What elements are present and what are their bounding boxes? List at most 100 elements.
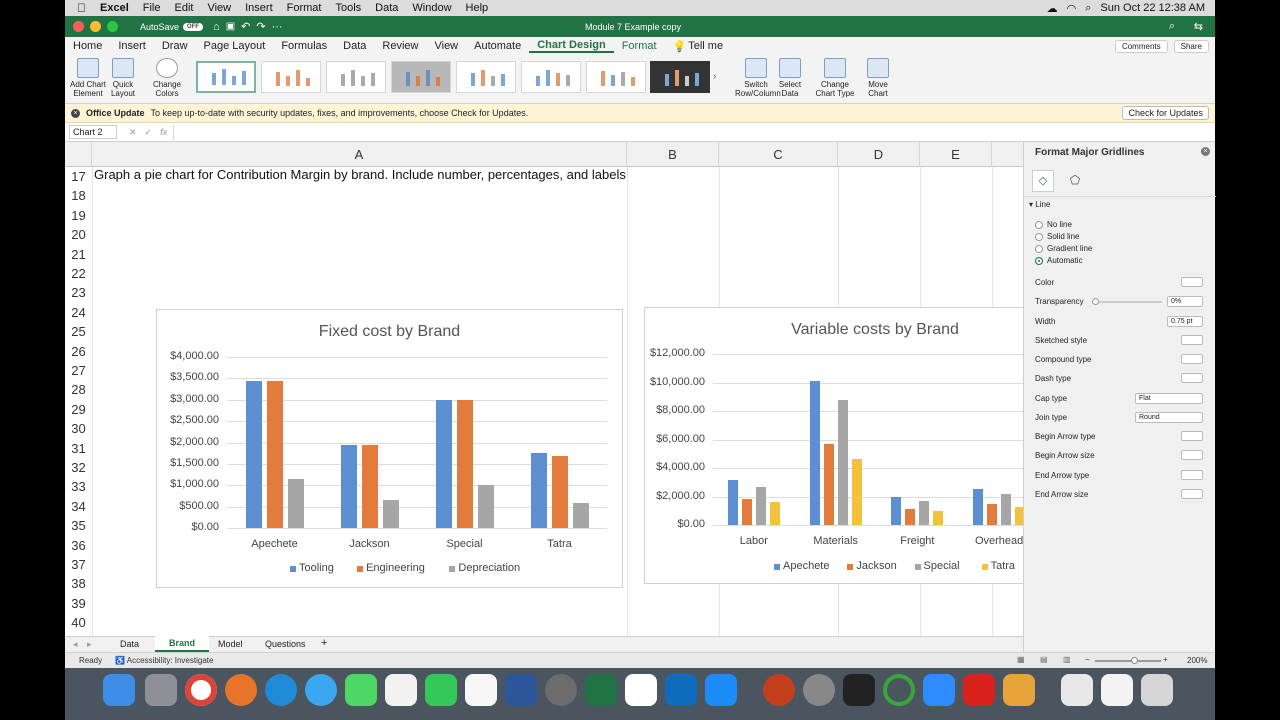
gridline[interactable] xyxy=(713,382,1023,384)
tab-automate[interactable]: Automate xyxy=(466,40,529,52)
cancel-icon[interactable]: ✕ xyxy=(129,127,137,138)
chart-variable-costs-by-brand[interactable]: Variable costs by Brand $12,000.00 $10,00… xyxy=(644,307,1023,584)
bar[interactable] xyxy=(435,399,452,528)
tab-formulas[interactable]: Formulas xyxy=(273,40,335,52)
tab-view[interactable]: View xyxy=(426,40,466,52)
check-for-updates-button[interactable]: Check for Updates xyxy=(1122,106,1209,120)
legend-entry[interactable]: Tatra xyxy=(991,560,1015,572)
bar[interactable] xyxy=(755,486,766,525)
switch-row-column-button[interactable]: Switch Row/Column xyxy=(735,58,781,98)
gridline[interactable] xyxy=(713,354,1023,355)
edge-icon[interactable] xyxy=(265,674,297,706)
chart-style-2[interactable] xyxy=(261,61,321,93)
sheet-tab-brand[interactable]: Brand xyxy=(155,636,210,652)
effects-icon[interactable]: ⬠ xyxy=(1064,170,1086,192)
bar[interactable] xyxy=(287,478,304,528)
line-section-header[interactable]: ▾ Line xyxy=(1029,200,1050,209)
gridline[interactable] xyxy=(227,357,607,358)
gridline[interactable] xyxy=(713,411,1023,412)
app-store-icon[interactable] xyxy=(705,674,737,706)
row-header[interactable]: 19 xyxy=(65,206,92,225)
bar[interactable] xyxy=(891,496,902,525)
change-chart-type-button[interactable]: Change Chart Type xyxy=(815,58,855,98)
begin-arrow-type-dropdown[interactable] xyxy=(1181,431,1203,441)
menu-edit[interactable]: Edit xyxy=(174,2,193,14)
row-header[interactable]: 26 xyxy=(65,342,92,361)
row-header[interactable]: 34 xyxy=(65,497,92,516)
undo-icon[interactable]: ↶ xyxy=(241,20,250,33)
cloud-icon[interactable]: ☁ xyxy=(1047,2,1058,15)
end-arrow-type-dropdown[interactable] xyxy=(1181,470,1203,480)
finder-icon[interactable] xyxy=(103,674,135,706)
zoom-slider-handle[interactable] xyxy=(1131,657,1138,664)
legend-entry[interactable]: Tooling xyxy=(299,562,334,574)
gridline[interactable] xyxy=(227,463,607,465)
join-type-select[interactable]: Round xyxy=(1135,412,1203,423)
close-update-icon[interactable]: × xyxy=(71,108,80,118)
tab-format[interactable]: Format xyxy=(614,40,665,52)
gridline[interactable] xyxy=(227,485,607,487)
legend-entry[interactable]: Special xyxy=(924,560,960,572)
wifi-icon[interactable]: ◠ xyxy=(1067,2,1077,15)
row-header[interactable]: 35 xyxy=(65,516,92,535)
bar[interactable] xyxy=(382,500,399,528)
tex-icon[interactable] xyxy=(803,674,835,706)
page-break-view-icon[interactable]: ▥ xyxy=(1063,655,1071,664)
bar[interactable] xyxy=(973,488,984,525)
tab-chart-design[interactable]: Chart Design xyxy=(529,39,614,53)
column-header-c[interactable]: C xyxy=(719,142,838,167)
bar[interactable] xyxy=(919,500,930,525)
menu-data[interactable]: Data xyxy=(375,2,398,14)
row-header[interactable]: 27 xyxy=(65,361,92,380)
option-gradient-line[interactable]: Gradient line xyxy=(1035,244,1092,253)
function-icon[interactable]: fx xyxy=(160,127,167,137)
menubar-clock[interactable]: Sun Oct 22 12:38 AM xyxy=(1100,2,1205,14)
google-drive-icon[interactable] xyxy=(625,674,657,706)
sketched-style-dropdown[interactable] xyxy=(1181,335,1203,345)
acrobat-icon[interactable] xyxy=(963,674,995,706)
gridline[interactable] xyxy=(713,468,1023,469)
row-header[interactable]: 30 xyxy=(65,419,92,438)
menu-view[interactable]: View xyxy=(207,2,231,14)
cap-type-select[interactable]: Flat xyxy=(1135,393,1203,404)
zoom-window-icon[interactable] xyxy=(107,21,118,32)
downloads-stack-icon[interactable] xyxy=(1101,674,1133,706)
accessibility-status[interactable]: ♿ Accessibility: Investigate xyxy=(115,656,213,665)
word-icon[interactable] xyxy=(505,674,537,706)
tab-data[interactable]: Data xyxy=(335,40,374,52)
select-all-corner[interactable] xyxy=(65,142,92,167)
bar[interactable] xyxy=(741,499,752,525)
apple-icon[interactable]:  xyxy=(77,1,86,15)
row-header[interactable]: 28 xyxy=(65,380,92,399)
bar[interactable] xyxy=(809,381,820,525)
select-data-button[interactable]: Select Data xyxy=(775,58,805,98)
row-header[interactable]: 40 xyxy=(65,613,92,632)
save-icon[interactable]: ▣ xyxy=(226,21,235,32)
bar[interactable] xyxy=(551,456,568,528)
chart-style-3[interactable] xyxy=(326,61,386,93)
office-icon[interactable] xyxy=(1003,674,1035,706)
row-header[interactable]: 36 xyxy=(65,536,92,555)
bar[interactable] xyxy=(769,502,780,525)
end-arrow-size-dropdown[interactable] xyxy=(1181,489,1203,499)
sheet-tab-model[interactable]: Model xyxy=(218,639,243,649)
tab-review[interactable]: Review xyxy=(374,40,426,52)
chart-fixed-cost-by-brand[interactable]: Fixed cost by Brand $4,000.00 $3,500.00 $3… xyxy=(156,309,623,588)
chrome-icon[interactable] xyxy=(185,674,217,706)
legend-entry[interactable]: Engineering xyxy=(366,562,425,574)
bar[interactable] xyxy=(987,503,998,525)
more-icon[interactable]: ··· xyxy=(272,21,283,33)
row-header[interactable]: 33 xyxy=(65,477,92,496)
chart-style-8[interactable] xyxy=(650,61,710,93)
chart-style-5[interactable] xyxy=(456,61,516,93)
search-icon[interactable]: ⌕ xyxy=(1085,2,1091,15)
gridline[interactable] xyxy=(713,439,1023,441)
menu-insert[interactable]: Insert xyxy=(245,2,273,14)
launchpad-icon[interactable] xyxy=(145,674,177,706)
row-header[interactable]: 39 xyxy=(65,594,92,613)
normal-view-icon[interactable]: ▦ xyxy=(1017,655,1025,664)
spreadsheet-grid[interactable]: A B C D E 17 18 19 20 21 22 23 24 25 26 27 28 29 30 31… xyxy=(65,142,1023,636)
tab-insert[interactable]: Insert xyxy=(110,40,154,52)
row-header[interactable]: 18 xyxy=(65,186,92,205)
trash-icon[interactable] xyxy=(1141,674,1173,706)
